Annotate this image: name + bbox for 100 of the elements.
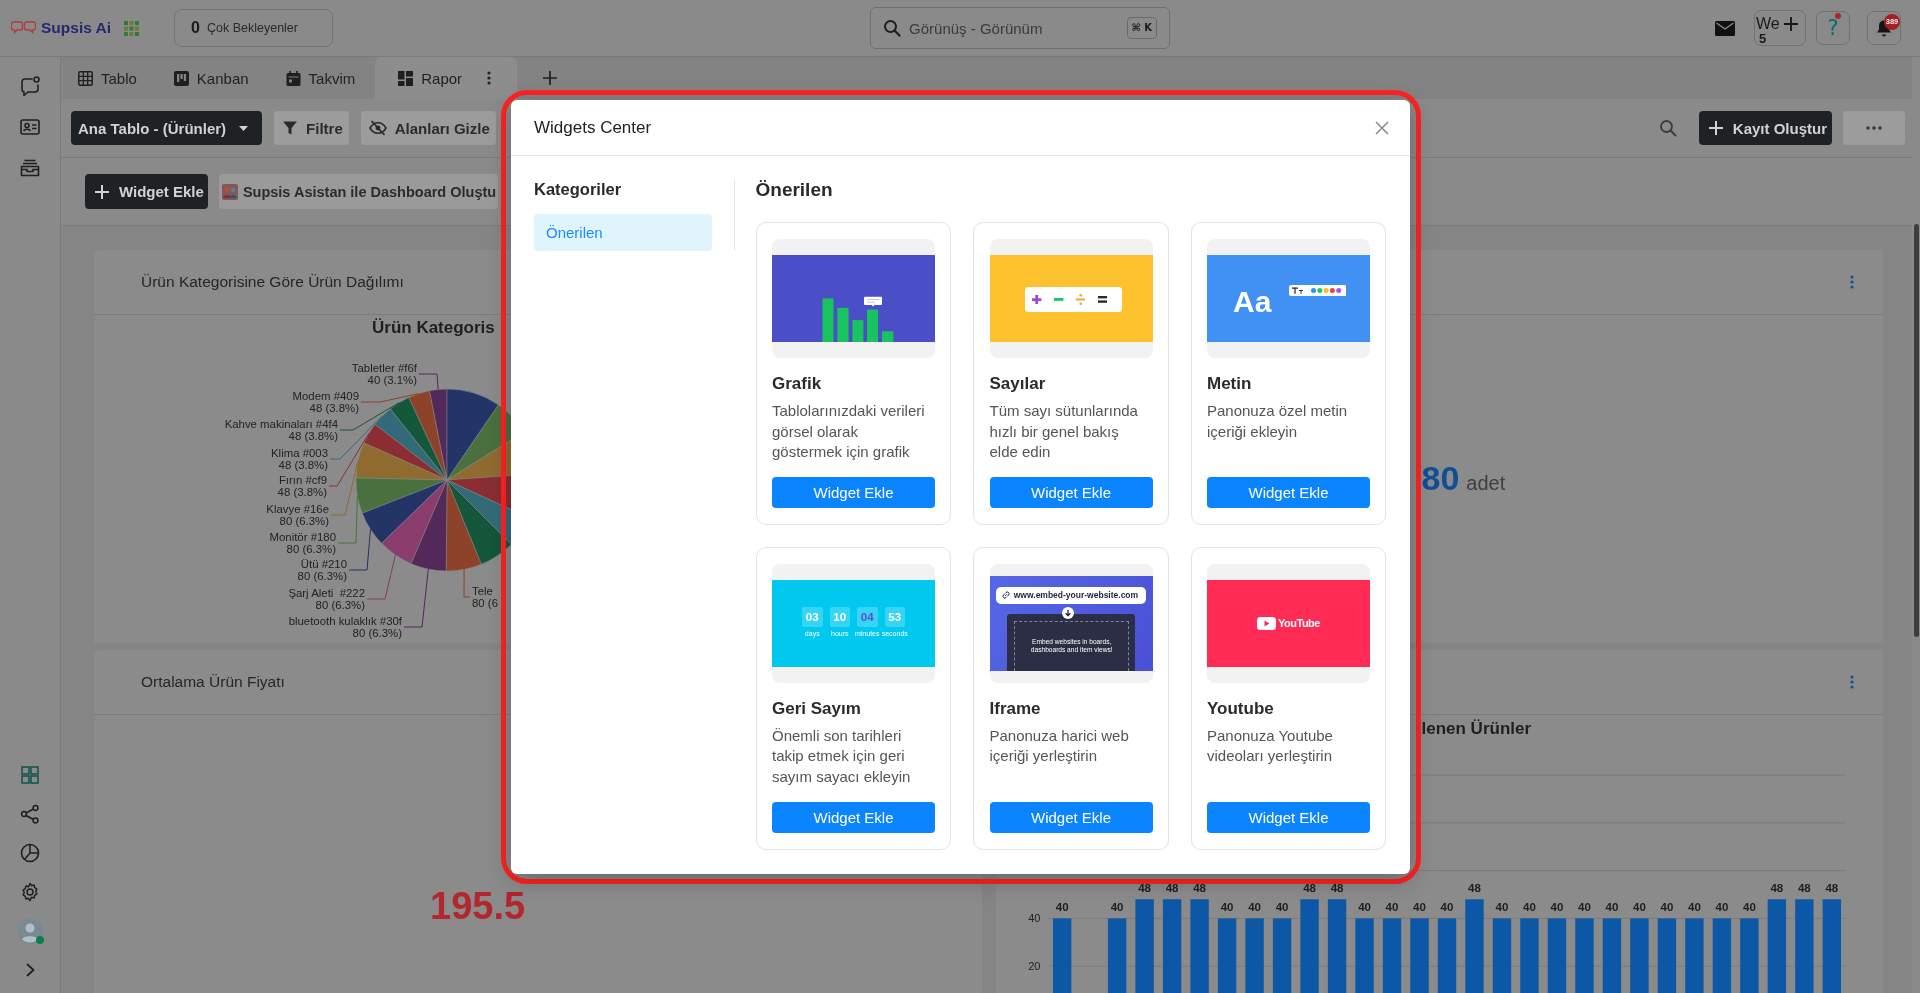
chart-title: lenen Ürünler (1421, 719, 1531, 738)
hide-fields-button[interactable]: Alanları Gizle (360, 111, 496, 145)
minus-icon (1054, 298, 1064, 302)
slice-value: 80 (6 (472, 597, 498, 610)
scrollbar-thumb[interactable] (1914, 224, 1919, 637)
leader-line (463, 568, 471, 598)
leader-line (403, 568, 429, 628)
axis-tick-label: 40 (1027, 912, 1040, 925)
add-widget-button[interactable]: Widget Ekle (85, 174, 208, 209)
account-button[interactable]: We 5 (1754, 10, 1806, 46)
stat-value: 195.5 (430, 885, 526, 927)
settings-icon[interactable] (19, 881, 41, 903)
mail-icon[interactable] (1715, 20, 1735, 36)
more-icon[interactable] (487, 71, 492, 85)
data-label: 48 (1192, 882, 1206, 895)
data-label: 48 (1770, 882, 1783, 895)
data-label: 40 (1275, 901, 1288, 914)
slice-value: 80 (6.3%) (279, 515, 329, 528)
widget-description: Tüm sayı sütunlarında hızlı bir genel bakış elde edin (989, 400, 1138, 463)
data-label: 40 (1632, 901, 1646, 914)
slice-label: Klima #003 (271, 446, 328, 460)
leader-line (348, 528, 371, 571)
slice-label: Tabletler #f6f (351, 361, 417, 375)
filter-button[interactable]: Filtre (274, 111, 349, 145)
widget-description: Panonuza Youtube videoları yerleştirin (1207, 725, 1333, 767)
plus-icon (95, 184, 109, 199)
data-label: 40 (1742, 901, 1756, 914)
format-toolbar-drawing (1288, 284, 1347, 296)
widget-description: Önemli son tarihleri takip etmek için geri sayım sayacı ekleyin (772, 725, 911, 788)
add-widget-button[interactable]: Widget Ekle (1207, 476, 1370, 509)
stat-unit: adet (1466, 472, 1506, 495)
tab[interactable]: Tablo (61, 57, 155, 99)
share-icon[interactable] (19, 803, 41, 825)
chat-icon[interactable] (19, 75, 41, 97)
plus-icon (1708, 121, 1723, 135)
card-title: Ürün Kategorisine Göre Ürün Dağılımı (141, 273, 404, 291)
widget-title: Sayılar (989, 372, 1046, 395)
axis-tick-label: 20 (1027, 960, 1040, 973)
tab[interactable]: Takvim (268, 57, 374, 99)
more-icon[interactable] (1850, 275, 1854, 289)
add-widget-button[interactable]: Widget Ekle (989, 476, 1153, 509)
dialog-title: Widgets Center (534, 117, 652, 138)
plus-icon (1783, 16, 1798, 31)
equals-icon (1097, 296, 1108, 304)
data-label: 40 (1495, 901, 1508, 914)
tab[interactable]: Kanban (156, 57, 267, 99)
close-icon[interactable] (1375, 120, 1389, 135)
widget-description: Panonuza harici web içeriği yerleştirin (989, 725, 1129, 767)
data-label: 40 (1247, 901, 1261, 914)
preview-bar (822, 298, 834, 342)
search-icon[interactable] (1658, 119, 1677, 137)
slice-label: Ütü #210 (300, 557, 347, 571)
countdown-tile: 03 (802, 606, 823, 628)
data-label: 40 (1440, 901, 1453, 914)
table-icon (78, 70, 93, 86)
play-icon (1257, 616, 1277, 630)
stat-value: 80 (1421, 458, 1460, 498)
dashboard-icon[interactable] (19, 764, 41, 786)
youtube-logo-text: YouTube (1278, 617, 1320, 630)
countdown-tile: 04 (857, 606, 878, 628)
data-label: 48 (1467, 882, 1481, 895)
add-widget-button[interactable]: Widget Ekle (989, 801, 1153, 834)
add-widget-button[interactable]: Widget Ekle (772, 476, 935, 509)
data-label: 40 (1715, 901, 1728, 914)
widget-title: Grafik (772, 372, 822, 395)
data-label: 48 (1302, 882, 1316, 895)
link-icon (1001, 591, 1010, 600)
widget-title: Geri Sayım (772, 697, 861, 720)
add-widget-button[interactable]: Widget Ekle (1207, 801, 1370, 834)
card-title: Ortalama Ürün Fiyatı (141, 673, 285, 691)
pie-chart-icon[interactable] (19, 842, 41, 864)
tab[interactable]: Rapor (375, 57, 518, 99)
pending-button[interactable]: 0 Çok Bekleyenler (174, 9, 334, 47)
contact-card-icon[interactable] (19, 116, 41, 138)
countdown-tile: 10 (829, 606, 850, 628)
assistant-button[interactable]: Supsis Asistan ile Dashboard Oluştu (218, 174, 499, 209)
slice-value: 80 (6.3%) (315, 599, 365, 612)
data-label: 48 (1797, 882, 1811, 895)
widget-title: Youtube (1207, 697, 1274, 720)
logo-text: Supsis Ai (41, 19, 112, 37)
slice-value: 48 (3.8%) (278, 459, 328, 472)
avatar-icon[interactable] (17, 918, 43, 944)
data-label: 40 (1550, 901, 1563, 914)
add-widget-button[interactable]: Widget Ekle (772, 801, 935, 834)
kanban-icon (173, 70, 189, 86)
slice-label: Kahve makinaları #4f4 (224, 417, 338, 431)
slice-value: 48 (3.8%) (309, 402, 359, 415)
slice-label: Fırın #cf9 (278, 473, 327, 487)
category-item[interactable]: Önerilen (534, 213, 712, 251)
more-icon[interactable] (1850, 675, 1854, 689)
data-label: 40 (1687, 901, 1701, 914)
slice-label: Modem #409 (292, 389, 359, 403)
add-tab-icon[interactable] (543, 71, 558, 85)
table-select[interactable]: Ana Tablo - (Ürünler) (71, 111, 263, 145)
data-label: 48 (1330, 882, 1343, 895)
preview-bar (882, 331, 894, 342)
inbox-icon[interactable] (19, 157, 41, 179)
create-record-button[interactable]: Kayıt Oluştur (1698, 111, 1832, 145)
data-label: 48 (1824, 882, 1838, 895)
search-icon (883, 19, 902, 37)
